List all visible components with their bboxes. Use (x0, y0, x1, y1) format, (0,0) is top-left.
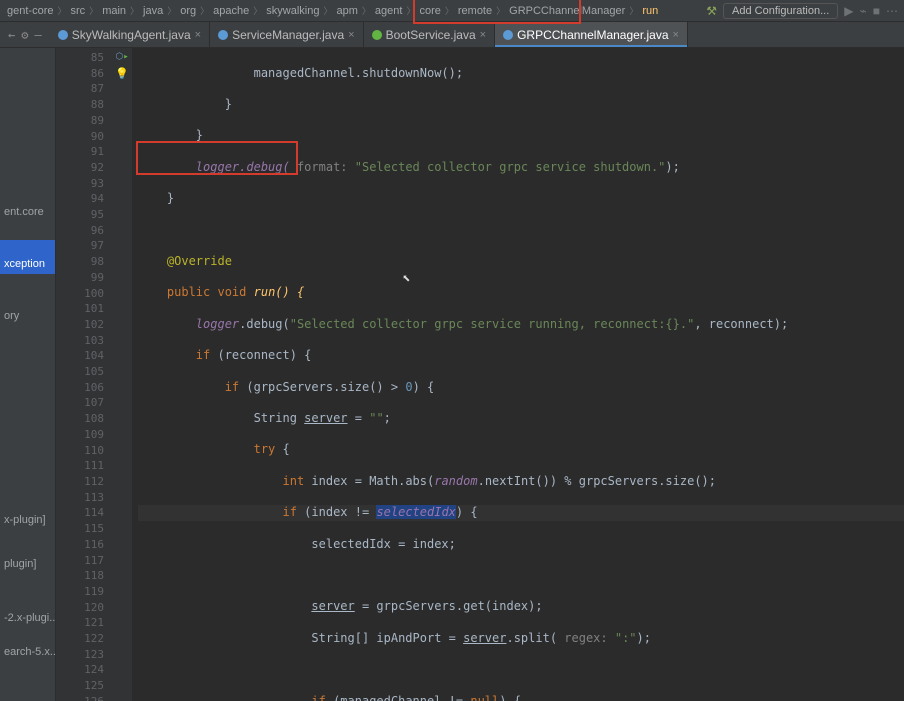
crumb[interactable]: main (99, 5, 129, 17)
sidebar-item[interactable]: earch-5.x... (0, 628, 55, 662)
close-icon[interactable]: × (348, 29, 354, 41)
tab-label: GRPCChannelManager.java (517, 28, 668, 42)
close-icon[interactable]: × (480, 29, 486, 41)
tab-label: ServiceManager.java (232, 28, 344, 42)
sidebar-item[interactable]: xception (0, 240, 55, 274)
chevron-right-icon: 〉 (166, 4, 177, 17)
chevron-right-icon: 〉 (361, 4, 372, 17)
breadcrumb: gent-core〉 src〉 main〉 java〉 org〉 apache〉… (0, 4, 706, 17)
interface-icon (372, 30, 382, 40)
chevron-right-icon: 〉 (88, 4, 99, 17)
sidebar-item[interactable]: x-plugin] (0, 496, 55, 530)
class-icon (503, 30, 513, 40)
tab-servicemanager[interactable]: ServiceManager.java × (210, 22, 364, 47)
gear-icon[interactable]: ⚙ (21, 28, 28, 42)
tab-label: BootService.java (386, 28, 476, 42)
debug-icon[interactable]: ⌁ (860, 4, 867, 18)
crumb[interactable]: apache (210, 5, 252, 17)
chevron-right-icon: 〉 (56, 4, 67, 17)
chevron-right-icon: 〉 (444, 4, 455, 17)
gutter-icons: ⬡▸ 💡 (112, 48, 132, 701)
collapse-icon[interactable]: — (34, 28, 41, 42)
chevron-right-icon: 〉 (199, 4, 210, 17)
run-icon[interactable]: ▶ (844, 4, 853, 18)
build-icon[interactable]: ⚒ (706, 4, 717, 18)
crumb[interactable]: gent-core (4, 5, 56, 17)
chevron-right-icon: 〉 (495, 4, 506, 17)
line-numbers-gutter: 8586878889909192939495969798991001011021… (56, 48, 112, 701)
add-configuration-button[interactable]: Add Configuration... (723, 3, 838, 19)
chevron-right-icon: 〉 (628, 4, 639, 17)
sidebar-item[interactable]: ent.core (0, 188, 55, 222)
crumb[interactable]: java (140, 5, 166, 17)
tab-bootservice[interactable]: BootService.java × (364, 22, 495, 47)
back-icon[interactable]: ← (8, 28, 15, 42)
class-icon (58, 30, 68, 40)
tab-grpcchannelmanager[interactable]: GRPCChannelManager.java × (495, 22, 688, 47)
crumb[interactable]: remote (455, 5, 495, 17)
crumb[interactable]: GRPCChannelManager (506, 5, 628, 17)
more-icon[interactable]: ⋯ (886, 4, 898, 18)
crumb[interactable]: org (177, 5, 199, 17)
stop-icon[interactable]: ■ (873, 4, 880, 18)
crumb[interactable]: src (68, 5, 89, 17)
project-tool-sidebar[interactable]: ent.core xception ory x-plugin] plugin] … (0, 48, 56, 701)
run-gutter-icon[interactable]: ▸ (123, 52, 128, 62)
chevron-right-icon: 〉 (252, 4, 263, 17)
chevron-right-icon: 〉 (322, 4, 333, 17)
sidebar-item[interactable]: -2.x-plugi... (0, 594, 55, 628)
intention-bulb-icon[interactable]: 💡 (115, 67, 129, 80)
sidebar-item[interactable]: ory (0, 292, 55, 326)
chevron-right-icon: 〉 (405, 4, 416, 17)
tab-skywalkingagent[interactable]: SkyWalkingAgent.java × (50, 22, 210, 47)
tab-label: SkyWalkingAgent.java (72, 28, 191, 42)
close-icon[interactable]: × (673, 29, 679, 41)
crumb[interactable]: core (416, 5, 443, 17)
crumb[interactable]: skywalking (263, 5, 322, 17)
code-editor[interactable]: 8586878889909192939495969798991001011021… (56, 48, 904, 701)
crumb[interactable]: apm (333, 5, 360, 17)
close-icon[interactable]: × (195, 29, 201, 41)
class-icon (218, 30, 228, 40)
code-area[interactable]: managedChannel.shutdownNow(); } } logger… (132, 48, 904, 701)
chevron-right-icon: 〉 (129, 4, 140, 17)
crumb-method[interactable]: run (639, 5, 661, 17)
sidebar-item[interactable]: plugin] (0, 540, 55, 574)
crumb[interactable]: agent (372, 5, 406, 17)
